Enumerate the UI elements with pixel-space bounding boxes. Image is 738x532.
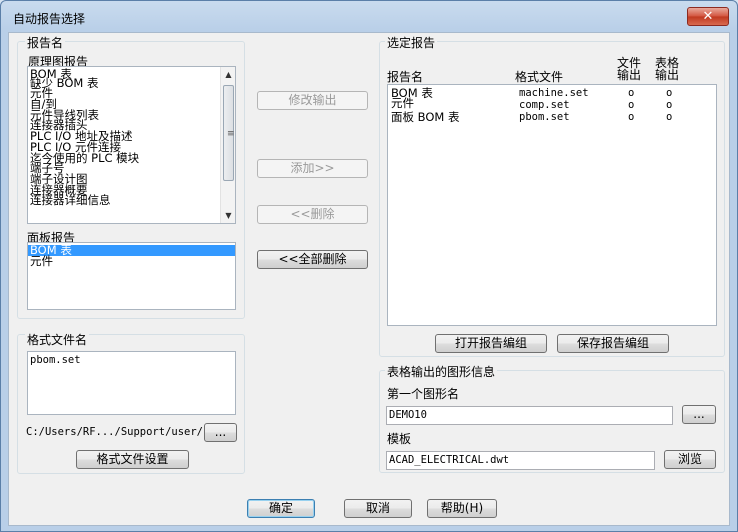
file-output-cell: o [628, 111, 635, 123]
format-file-value: pbom.set [30, 354, 81, 366]
cancel-button[interactable]: 取消 [344, 499, 412, 518]
col-format-file: 格式文件 [515, 70, 564, 84]
format-file-cell: machine.set [519, 87, 589, 99]
first-graphic-input[interactable]: DEMO10 [386, 406, 673, 425]
format-file-path: C:/Users/RF.../Support/user/ [26, 426, 204, 438]
format-file-cell: comp.set [519, 99, 570, 111]
modify-output-button[interactable]: 修改输出 [257, 91, 368, 110]
table-output-cell: o [666, 99, 673, 111]
dialog-window: 自动报告选择 ✕ 报告名 原理图报告 BOM 表缺少 BOM 表元件 自/到 元件导… [0, 0, 738, 532]
format-file-settings-button[interactable]: 格式文件设置 [76, 450, 189, 469]
format-path-browse-button[interactable]: ... [204, 423, 237, 442]
panel-report-item[interactable]: BOM 表 [28, 244, 235, 256]
format-file-cell: pbom.set [519, 111, 570, 123]
report-name-cell: 面板 BOM 表 [391, 110, 460, 124]
first-graphic-label: 第一个图形名 [387, 387, 460, 401]
schematic-report-item[interactable]: 缺少 BOM 表 [28, 77, 235, 89]
scroll-grip-icon: ≡ [227, 129, 235, 139]
save-report-group-button[interactable]: 保存报告编组 [557, 334, 669, 353]
window-title: 自动报告选择 [13, 12, 86, 26]
close-button[interactable]: ✕ [687, 7, 729, 26]
scroll-thumb[interactable]: ≡ [223, 85, 235, 181]
report-name-group-label: 报告名 [25, 34, 66, 51]
format-file-box[interactable]: pbom.set [27, 351, 236, 415]
first-graphic-browse-button[interactable]: ... [682, 405, 716, 424]
template-browse-button[interactable]: 浏览 [664, 450, 716, 469]
file-output-cell: o [628, 99, 635, 111]
selected-reports-list[interactable]: BOM 表 machine.set o o 元件 comp.set o o 面板 BOM 表 pb… [387, 84, 717, 326]
scroll-down-arrow-icon[interactable]: ▼ [221, 208, 235, 223]
table-output-cell: o [666, 111, 673, 123]
selected-report-row[interactable]: 面板 BOM 表 pbom.set o o [388, 110, 716, 124]
help-button[interactable]: 帮助(H) [427, 499, 497, 518]
open-report-group-button[interactable]: 打开报告编组 [435, 334, 547, 353]
table-output-cell: o [666, 87, 673, 99]
col-table-output-line2: 输出 [655, 68, 680, 82]
table-graphic-group-label: 表格输出的图形信息 [385, 363, 498, 380]
template-label: 模板 [387, 432, 412, 446]
schematic-report-item[interactable]: 连接器详细信息 [28, 195, 235, 206]
add-button[interactable]: 添加>> [257, 159, 368, 178]
file-output-cell: o [628, 87, 635, 99]
remove-all-button[interactable]: <<全部删除 [257, 250, 368, 269]
template-input[interactable]: ACAD_ELECTRICAL.dwt [386, 451, 655, 470]
dialog-client-area: 报告名 原理图报告 BOM 表缺少 BOM 表元件 自/到 元件导线列表 连接器插头 P… [8, 32, 730, 526]
panel-report-list[interactable]: BOM 表元件 [27, 242, 236, 310]
format-file-group-label: 格式文件名 [25, 331, 90, 348]
col-file-output-line2: 输出 [617, 68, 642, 82]
col-report-name: 报告名 [387, 70, 424, 84]
schematic-report-item[interactable]: 元件 [28, 88, 235, 99]
remove-button[interactable]: <<删除 [257, 205, 368, 224]
schematic-list-scrollbar[interactable]: ▲ ≡ ▼ [220, 67, 235, 223]
selected-reports-group-label: 选定报告 [385, 34, 438, 51]
panel-report-item[interactable]: 元件 [28, 255, 235, 267]
ok-button[interactable]: 确定 [247, 499, 315, 518]
title-bar: 自动报告选择 ✕ [1, 1, 737, 31]
scroll-up-arrow-icon[interactable]: ▲ [221, 67, 235, 82]
schematic-report-list[interactable]: BOM 表缺少 BOM 表元件 自/到 元件导线列表 连接器插头 PLC I/O 地址及… [27, 66, 236, 224]
